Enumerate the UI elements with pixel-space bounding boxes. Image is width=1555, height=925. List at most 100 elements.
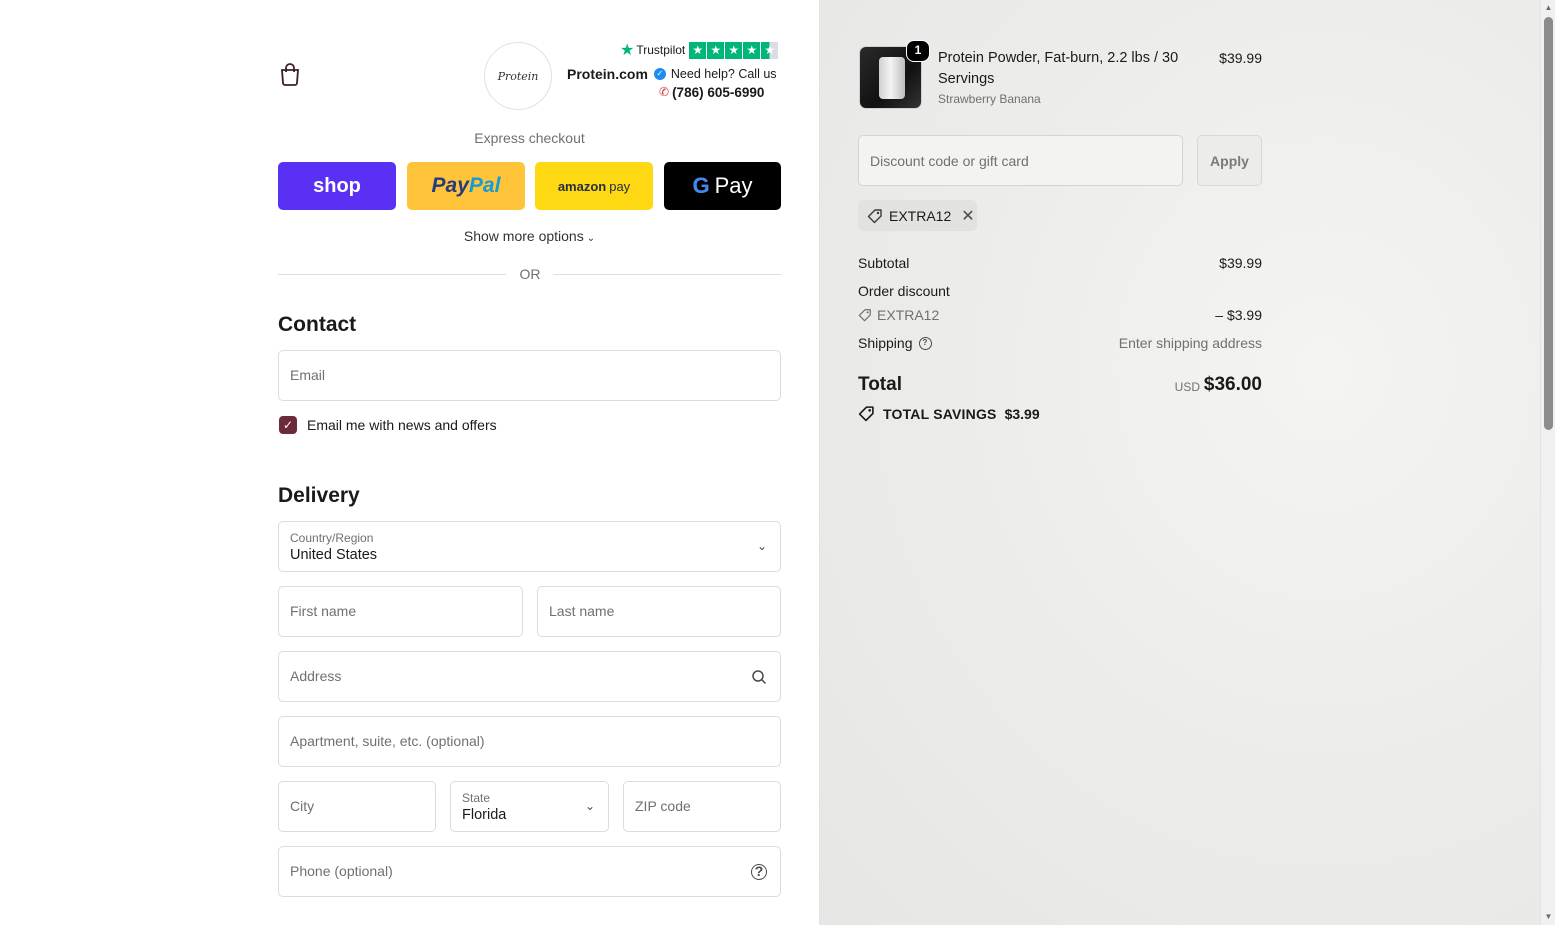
- zip-field[interactable]: ZIP code: [623, 781, 781, 832]
- trustpilot-rating: ★ ★ ★ ★ ★: [689, 41, 779, 59]
- savings-label: TOTAL SAVINGS: [883, 405, 997, 422]
- applied-discount-chip: EXTRA12 ✕: [858, 200, 977, 231]
- trustpilot-badge: ★ Trustpilot ★ ★ ★ ★ ★: [620, 40, 780, 60]
- phone-placeholder: Phone (optional): [290, 863, 393, 879]
- discount-placeholder: Discount code or gift card: [870, 153, 1029, 169]
- scrollbar-thumb[interactable]: [1544, 17, 1553, 430]
- divider-right: [553, 274, 781, 275]
- country-label: Country/Region: [290, 531, 374, 545]
- trustpilot-label: Trustpilot: [636, 43, 686, 57]
- help-icon[interactable]: ?: [918, 336, 932, 350]
- discount-code-input[interactable]: Discount code or gift card: [858, 135, 1183, 186]
- address-placeholder: Address: [290, 668, 342, 684]
- apartment-field[interactable]: Apartment, suite, etc. (optional): [278, 716, 781, 767]
- shopping-bag-icon[interactable]: [279, 62, 301, 86]
- logo-text: Protein: [497, 69, 539, 83]
- city-placeholder: City: [290, 798, 315, 814]
- delivery-title: Delivery: [278, 484, 360, 507]
- star-icon: ★: [725, 41, 743, 59]
- phone-number[interactable]: (786) 605-6990: [672, 85, 764, 100]
- scroll-down-icon[interactable]: ▼: [1544, 912, 1553, 921]
- paypal-button[interactable]: Pay Pal: [407, 162, 525, 210]
- applied-code-text: EXTRA12: [889, 207, 952, 224]
- product-variant: Strawberry Banana: [938, 92, 1041, 106]
- shipping-label: Shipping: [858, 335, 913, 351]
- divider-left: [278, 274, 506, 275]
- shop-pay-button[interactable]: shop: [278, 162, 396, 210]
- amazon-pay-button[interactable]: amazon pay: [535, 162, 653, 210]
- brand-line: Protein.com ✓ Need help? Call us: [567, 65, 777, 83]
- last-name-field[interactable]: Last name: [537, 586, 781, 637]
- checkout-form-panel: Protein ★ Trustpilot ★ ★ ★ ★ ★ Protein.c…: [0, 0, 819, 925]
- order-discount-label: Order discount: [858, 283, 950, 299]
- discount-value: – $3.99: [1215, 307, 1262, 323]
- show-more-options-button[interactable]: Show more options ⌄: [278, 228, 781, 244]
- product-jar-image: [879, 57, 905, 99]
- google-g-icon: G: [692, 173, 710, 198]
- city-field[interactable]: City: [278, 781, 436, 832]
- or-divider-text: OR: [519, 266, 541, 282]
- email-field[interactable]: Email: [278, 350, 781, 401]
- scroll-up-icon[interactable]: ▲: [1544, 3, 1553, 12]
- newsletter-checkbox[interactable]: ✓: [279, 416, 297, 434]
- phone-field[interactable]: Phone (optional) ?: [278, 846, 781, 897]
- store-logo[interactable]: Protein: [484, 42, 552, 110]
- state-select[interactable]: State Florida ⌄: [450, 781, 609, 832]
- product-name: Protein Powder, Fat-burn, 2.2 lbs / 30 S…: [938, 50, 1179, 87]
- zip-placeholder: ZIP code: [635, 798, 691, 814]
- paypal-label-pal: Pal: [468, 174, 501, 197]
- chevron-down-icon: ⌄: [586, 233, 596, 244]
- trustpilot-star-icon: ★: [620, 42, 635, 59]
- tag-icon: [858, 406, 874, 422]
- half-star-icon: ★: [761, 41, 779, 59]
- star-icon: ★: [743, 41, 761, 59]
- country-select[interactable]: Country/Region United States ⌄: [278, 521, 781, 572]
- tag-icon: [867, 208, 882, 223]
- savings-value: $3.99: [1004, 405, 1040, 422]
- show-more-options-label: Show more options: [463, 228, 584, 244]
- total-value: $36.00: [1203, 374, 1262, 395]
- phone-line[interactable]: ✆ (786) 605-6990: [659, 83, 764, 101]
- product-price: $39.99: [1219, 50, 1262, 66]
- verified-check-icon: ✓: [653, 68, 666, 80]
- quantity-badge: 1: [906, 40, 930, 62]
- amazon-pay-label: pay: [609, 178, 631, 194]
- newsletter-label: Email me with news and offers: [307, 417, 497, 433]
- first-name-placeholder: First name: [290, 603, 357, 619]
- contact-title: Contact: [278, 313, 357, 336]
- state-label: State: [462, 791, 491, 805]
- scrollbar[interactable]: ▲ ▼: [1540, 0, 1555, 925]
- tag-icon: [858, 309, 871, 322]
- apply-discount-button[interactable]: Apply: [1197, 135, 1262, 186]
- paypal-label-pay: Pay: [431, 174, 469, 197]
- country-value: United States: [290, 547, 378, 563]
- express-checkout-title: Express checkout: [474, 130, 585, 146]
- brand-name: Protein.com: [567, 66, 648, 82]
- remove-discount-icon[interactable]: ✕: [961, 206, 974, 226]
- star-icon: ★: [689, 41, 707, 59]
- shipping-value: Enter shipping address: [1118, 335, 1262, 351]
- chevron-down-icon: ⌄: [584, 799, 595, 813]
- last-name-placeholder: Last name: [549, 603, 615, 619]
- help-text: Need help? Call us: [670, 67, 777, 81]
- chevron-down-icon: ⌄: [756, 539, 767, 553]
- total-label: Total: [858, 374, 902, 395]
- phone-icon: ✆: [659, 85, 670, 99]
- amazon-label: amazon: [557, 178, 607, 194]
- first-name-field[interactable]: First name: [278, 586, 523, 637]
- subtotal-label: Subtotal: [858, 255, 910, 271]
- search-icon[interactable]: [751, 669, 767, 685]
- google-pay-button[interactable]: G Pay: [664, 162, 781, 210]
- discount-code-line: EXTRA12: [858, 307, 939, 323]
- apartment-placeholder: Apartment, suite, etc. (optional): [290, 733, 485, 749]
- subtotal-value: $39.99: [1219, 255, 1262, 271]
- shipping-line: Shipping ?: [858, 335, 932, 351]
- state-value: Florida: [462, 807, 507, 823]
- email-placeholder: Email: [290, 367, 326, 383]
- total-currency: USD: [1174, 380, 1200, 394]
- help-icon[interactable]: ?: [751, 864, 767, 880]
- google-pay-label: Pay: [714, 173, 753, 198]
- discount-code-text: EXTRA12: [877, 307, 940, 323]
- address-field[interactable]: Address: [278, 651, 781, 702]
- total-savings: TOTAL SAVINGS $3.99: [858, 405, 1040, 422]
